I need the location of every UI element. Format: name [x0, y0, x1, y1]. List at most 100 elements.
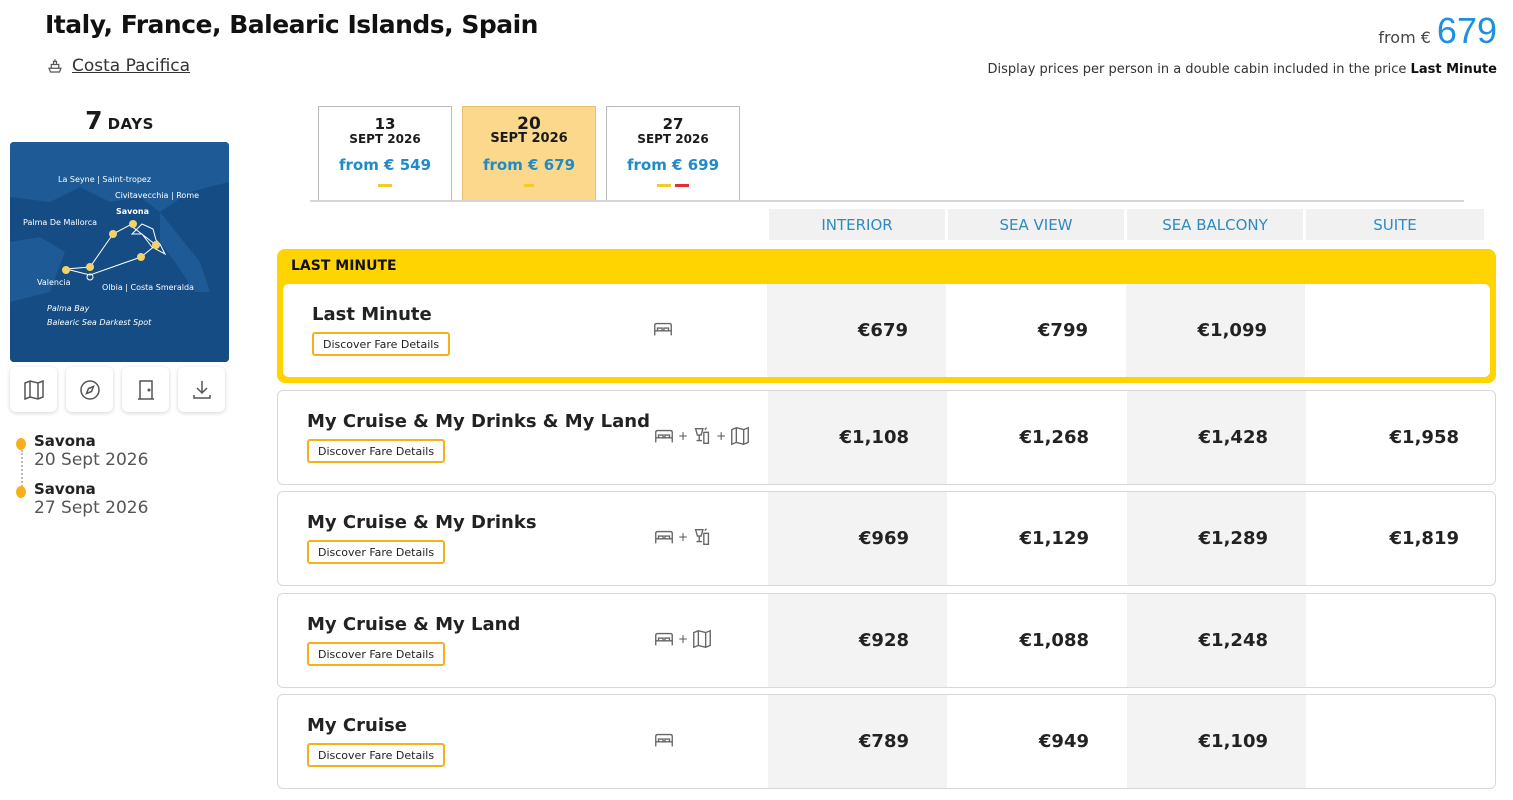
fare-inclusions: + +	[653, 425, 751, 447]
fare-row-cruise-land[interactable]: My Cruise & My Land Discover Fare Detail…	[277, 593, 1496, 688]
fare-name: Last Minute	[312, 304, 432, 325]
fare-row-cruise-drinks[interactable]: My Cruise & My Drinks Discover Fare Deta…	[277, 491, 1496, 586]
fare-inclusions	[653, 729, 675, 751]
from-price: from € 679	[1378, 10, 1497, 52]
map-label: Civitavecchia | Rome	[115, 191, 199, 200]
pin-icon	[16, 438, 26, 450]
price-suite	[1306, 695, 1495, 788]
map-label: Palma Bay	[47, 304, 90, 313]
stop-date: 20 Sept 2026	[34, 450, 149, 470]
price-suite	[1305, 284, 1490, 377]
pin-icon	[16, 486, 26, 498]
map-label: La Seyne | Saint-tropez	[58, 175, 151, 184]
fare-row-cruise[interactable]: My Cruise Discover Fare Details €789 €94…	[277, 694, 1496, 789]
bed-icon	[655, 733, 673, 747]
discover-fare-details-button[interactable]: Discover Fare Details	[307, 540, 446, 564]
price-sea-balcony[interactable]: €1,248	[1127, 594, 1306, 687]
tab-price: from € 679	[482, 156, 576, 174]
download-icon	[192, 380, 211, 399]
bed-icon	[655, 632, 673, 646]
map-label: Savona	[116, 207, 149, 216]
discover-fare-details-button[interactable]: Discover Fare Details	[307, 743, 446, 767]
route-map[interactable]: La Seyne | Saint-tropez Civitavecchia | …	[10, 142, 229, 362]
stop-port: Savona	[34, 432, 96, 450]
itinerary-stops: Savona 20 Sept 2026 Savona 27 Sept 2026	[15, 432, 148, 528]
days-number: 7	[85, 106, 103, 135]
land-map-icon	[731, 426, 750, 446]
fare-inclusions	[652, 318, 674, 340]
map-label: Olbia | Costa Smeralda	[102, 283, 194, 292]
cabin-button[interactable]	[122, 367, 169, 412]
map-label: Valencia	[37, 278, 71, 287]
compass-icon	[79, 379, 100, 400]
price-interior[interactable]: €969	[768, 492, 947, 585]
ship-link[interactable]: Costa Pacifica	[46, 56, 190, 76]
route-map-image: La Seyne | Saint-tropez Civitavecchia | …	[10, 142, 229, 362]
from-label: from €	[1378, 28, 1431, 47]
tab-day: 13	[374, 115, 396, 133]
availability-bars	[463, 184, 595, 187]
price-suite[interactable]: €1,958	[1306, 391, 1495, 484]
date-tab-13-sept[interactable]: 13 SEPT 2026 from € 549	[318, 106, 452, 201]
map-icon	[23, 379, 44, 400]
page-title: Italy, France, Balearic Islands, Spain	[45, 10, 538, 39]
tab-divider	[310, 200, 1464, 202]
date-tab-20-sept[interactable]: 20 SEPT 2026 from € 679	[462, 106, 596, 201]
ship-name: Costa Pacifica	[72, 56, 191, 76]
bed-icon	[655, 429, 673, 443]
price-interior[interactable]: €1,108	[768, 391, 947, 484]
price-sea-balcony[interactable]: €1,428	[1127, 391, 1306, 484]
map-toolbar	[10, 367, 225, 412]
compass-button[interactable]	[66, 367, 113, 412]
tab-month: SEPT 2026	[349, 132, 421, 146]
price-sea-view[interactable]: €1,268	[947, 391, 1127, 484]
availability-bars	[319, 184, 451, 187]
tab-price: from € 549	[338, 156, 432, 174]
from-amount: 679	[1436, 10, 1497, 51]
drinks-icon	[694, 427, 710, 445]
price-sea-view[interactable]: €949	[947, 695, 1127, 788]
fare-row-cruise-drinks-land[interactable]: My Cruise & My Drinks & My Land Discover…	[277, 390, 1496, 485]
tab-day: 20	[517, 114, 541, 134]
fare-inclusions: +	[653, 628, 713, 650]
stop-port: Savona	[34, 480, 96, 498]
departure-date-tabs: 13 SEPT 2026 from € 549 20 SEPT 2026 fro…	[318, 106, 740, 201]
price-sea-view[interactable]: €1,088	[947, 594, 1127, 687]
price-sea-balcony[interactable]: €1,109	[1127, 695, 1306, 788]
price-sea-view[interactable]: €799	[946, 284, 1126, 377]
discover-fare-details-button[interactable]: Discover Fare Details	[307, 439, 446, 463]
discover-fare-details-button[interactable]: Discover Fare Details	[307, 642, 446, 666]
price-suite[interactable]: €1,819	[1306, 492, 1495, 585]
fare-inclusions: +	[653, 526, 713, 548]
column-suite: SUITE	[1306, 209, 1484, 240]
itinerary-stop: Savona 20 Sept 2026	[15, 432, 148, 470]
price-interior[interactable]: €789	[768, 695, 947, 788]
door-icon	[137, 379, 154, 400]
discover-fare-details-button[interactable]: Discover Fare Details	[312, 332, 451, 356]
tab-day: 27	[662, 115, 684, 133]
map-label: Balearic Sea Darkest Spot	[47, 318, 152, 327]
price-sea-balcony[interactable]: €1,099	[1126, 284, 1305, 377]
bed-icon	[654, 322, 672, 336]
availability-bars	[607, 184, 739, 187]
price-interior[interactable]: €928	[768, 594, 947, 687]
tab-month: SEPT 2026	[490, 131, 568, 146]
fare-row-last-minute[interactable]: Last Minute Discover Fare Details €679 €…	[283, 284, 1490, 377]
land-map-icon	[693, 629, 711, 649]
tab-price: from € 699	[626, 156, 720, 174]
price-sea-view[interactable]: €1,129	[947, 492, 1127, 585]
map-view-button[interactable]	[10, 367, 57, 412]
tab-month: SEPT 2026	[637, 132, 709, 146]
price-sea-balcony[interactable]: €1,289	[1127, 492, 1306, 585]
download-button[interactable]	[178, 367, 225, 412]
map-label: Palma De Mallorca	[23, 218, 97, 227]
date-tab-27-sept[interactable]: 27 SEPT 2026 from € 699	[606, 106, 740, 201]
last-minute-block: LAST MINUTE Last Minute Discover Fare De…	[277, 249, 1496, 383]
ship-icon	[48, 59, 62, 73]
fare-name: My Cruise & My Drinks	[307, 512, 537, 533]
price-interior[interactable]: €679	[767, 284, 946, 377]
fare-name: My Cruise	[307, 715, 407, 736]
last-minute-label: LAST MINUTE	[291, 258, 397, 274]
drinks-icon	[694, 528, 710, 546]
days-label: DAYS	[107, 115, 154, 133]
